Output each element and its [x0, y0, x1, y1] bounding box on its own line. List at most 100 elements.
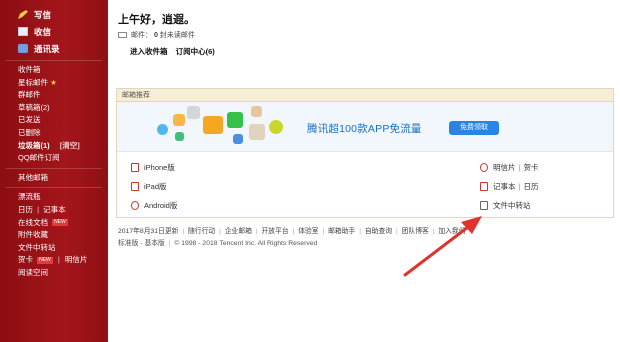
copyright: © 1998 - 2018 Tencent Inc. All Rights Re… [174, 240, 318, 247]
promo-banner[interactable]: 腾讯超100款APP免流量 免费领取 [117, 102, 613, 152]
tool-docs-label: 在线文档 [18, 217, 48, 227]
card-link[interactable]: 贺卡 [523, 162, 538, 173]
app-icon [249, 124, 265, 140]
inbox-button[interactable]: 收信 [0, 23, 108, 40]
app-icon [269, 120, 283, 134]
tablet-icon [131, 182, 139, 191]
heart-icon [480, 163, 488, 172]
folder-drafts[interactable]: 草稿箱(2) [0, 102, 108, 115]
mail-prefix: 邮件： [131, 32, 152, 39]
contacts-button[interactable]: 通讯录 [0, 40, 108, 57]
folder-inbox[interactable]: 收件箱 [0, 64, 108, 77]
ipad-label: iPad版 [144, 182, 167, 191]
folder-spam-label: 垃圾箱(1) [18, 140, 50, 150]
footer-link[interactable]: 邮箱助手 [328, 228, 355, 235]
separator: | [359, 228, 361, 235]
postcard-link[interactable]: 明信片 [493, 162, 516, 173]
pen-icon [18, 10, 28, 19]
footer-copyright: 标准版 - 基本版 | © 1998 - 2018 Tencent Inc. A… [118, 237, 317, 247]
divider [6, 167, 102, 169]
mail-status: 邮件： 0 封未读邮件 [118, 30, 195, 40]
contacts-label: 通讯录 [34, 43, 60, 54]
separator: | [322, 228, 325, 235]
folder-qq-subs[interactable]: QQ邮件订阅 [0, 152, 108, 165]
separator: | [395, 228, 398, 235]
footer-link[interactable]: 企业邮箱 [225, 228, 252, 235]
file-transfer-link[interactable]: 文件中转站 [480, 200, 531, 211]
tool-calendar-notes: 日历 | 记事本 [0, 204, 108, 217]
separator: | [57, 255, 60, 265]
folder-starred[interactable]: 星标邮件 ★ [0, 77, 108, 90]
mailbox-recommend-panel: 邮箱推荐 腾讯超100款APP免流量 免费领取 iPhone版 iPad版 An… [116, 88, 614, 218]
recommend-header: 邮箱推荐 [117, 89, 613, 102]
tool-notes[interactable]: 记事本 [43, 205, 66, 214]
folder-spam[interactable]: 垃圾箱(1) [清空] [0, 140, 108, 153]
new-badge: NEW [52, 219, 68, 227]
spam-clear-link[interactable]: [清空] [60, 141, 80, 150]
banner-text: 腾讯超100款APP免流量 [307, 123, 422, 135]
footer-link[interactable]: 加入我们 [438, 228, 465, 235]
other-mailbox[interactable]: 其他邮箱 [0, 172, 108, 185]
android-label: Android版 [144, 201, 178, 210]
tool-cards[interactable]: 贺卡 [18, 255, 33, 264]
iphone-version-link[interactable]: iPhone版 [131, 162, 175, 173]
postcard-card-row: 明信片 | 贺卡 [480, 162, 538, 173]
separator: | [182, 228, 185, 235]
tool-docs[interactable]: 在线文档 NEW [0, 217, 108, 230]
folder-deleted[interactable]: 已删除 [0, 127, 108, 140]
unread-count[interactable]: 0 [154, 32, 158, 39]
envelope-icon [118, 32, 127, 38]
wechat-icon [227, 112, 243, 128]
tool-attachments[interactable]: 附件收藏 [0, 229, 108, 242]
android-version-link[interactable]: Android版 [131, 200, 177, 211]
standard-version-link[interactable]: 标准版 [118, 240, 138, 247]
calendar-icon [480, 182, 488, 191]
app-icon [173, 114, 185, 126]
apple-icon [131, 163, 139, 172]
footer-link[interactable]: 开放平台 [261, 228, 288, 235]
basic-version-link[interactable]: 基本版 [144, 240, 164, 247]
footer-link[interactable]: 体验室 [298, 228, 318, 235]
star-icon: ★ [50, 77, 57, 87]
separator: - [140, 240, 143, 247]
tool-postcard[interactable]: 明信片 [65, 255, 88, 264]
app-icon [233, 134, 243, 144]
footer-link[interactable]: 自助查询 [365, 228, 392, 235]
separator: | [432, 228, 435, 235]
folder-starred-label: 星标邮件 [18, 77, 48, 87]
separator: | [255, 228, 258, 235]
file-transfer-label: 文件中转站 [493, 201, 531, 210]
tool-transfer[interactable]: 文件中转站 [0, 242, 108, 255]
footer-link[interactable]: 团队博客 [402, 228, 429, 235]
separator: | [168, 240, 171, 247]
free-claim-button[interactable]: 免费领取 [449, 121, 499, 135]
notes-link[interactable]: 记事本 [493, 181, 516, 192]
folder-sent[interactable]: 已发送 [0, 114, 108, 127]
update-date: 2017年8月31日更新 [118, 228, 179, 235]
tool-reading[interactable]: 阅读空间 [0, 267, 108, 280]
divider [6, 60, 102, 61]
tool-calendar[interactable]: 日历 [18, 205, 33, 214]
sidebar: 写信 收信 通讯录 收件箱 星标邮件 ★ 群邮件 草稿箱(2) 已发送 已删除 … [0, 0, 108, 342]
subscription-center-link[interactable]: 订阅中心(6) [176, 47, 215, 56]
envelope-icon [18, 27, 28, 36]
app-icon [157, 124, 168, 135]
write-button[interactable]: 写信 [0, 6, 108, 23]
separator: | [518, 182, 521, 191]
enter-inbox-link[interactable]: 进入收件箱 [130, 47, 168, 56]
tool-bottle[interactable]: 漂流瓶 [0, 191, 108, 204]
ipad-version-link[interactable]: iPad版 [131, 181, 167, 192]
footer-link[interactable]: 随行行动 [188, 228, 215, 235]
separator: | [518, 163, 521, 172]
mail-app-icon [203, 116, 223, 134]
tool-cards-postcard: 贺卡 NEW | 明信片 [0, 254, 108, 267]
notes-calendar-row: 记事本 | 日历 [480, 181, 538, 192]
mail-suffix: 封未读邮件 [159, 32, 195, 39]
app-icon [251, 106, 262, 117]
separator: | [292, 228, 295, 235]
app-icon [175, 132, 184, 141]
separator: | [37, 204, 40, 214]
calendar-link[interactable]: 日历 [523, 181, 538, 192]
folder-groups[interactable]: 群邮件 [0, 89, 108, 102]
main-panel: 上午好，逍遐。 邮件： 0 封未读邮件 进入收件箱 订阅中心(6) 邮箱推荐 腾… [108, 0, 620, 342]
